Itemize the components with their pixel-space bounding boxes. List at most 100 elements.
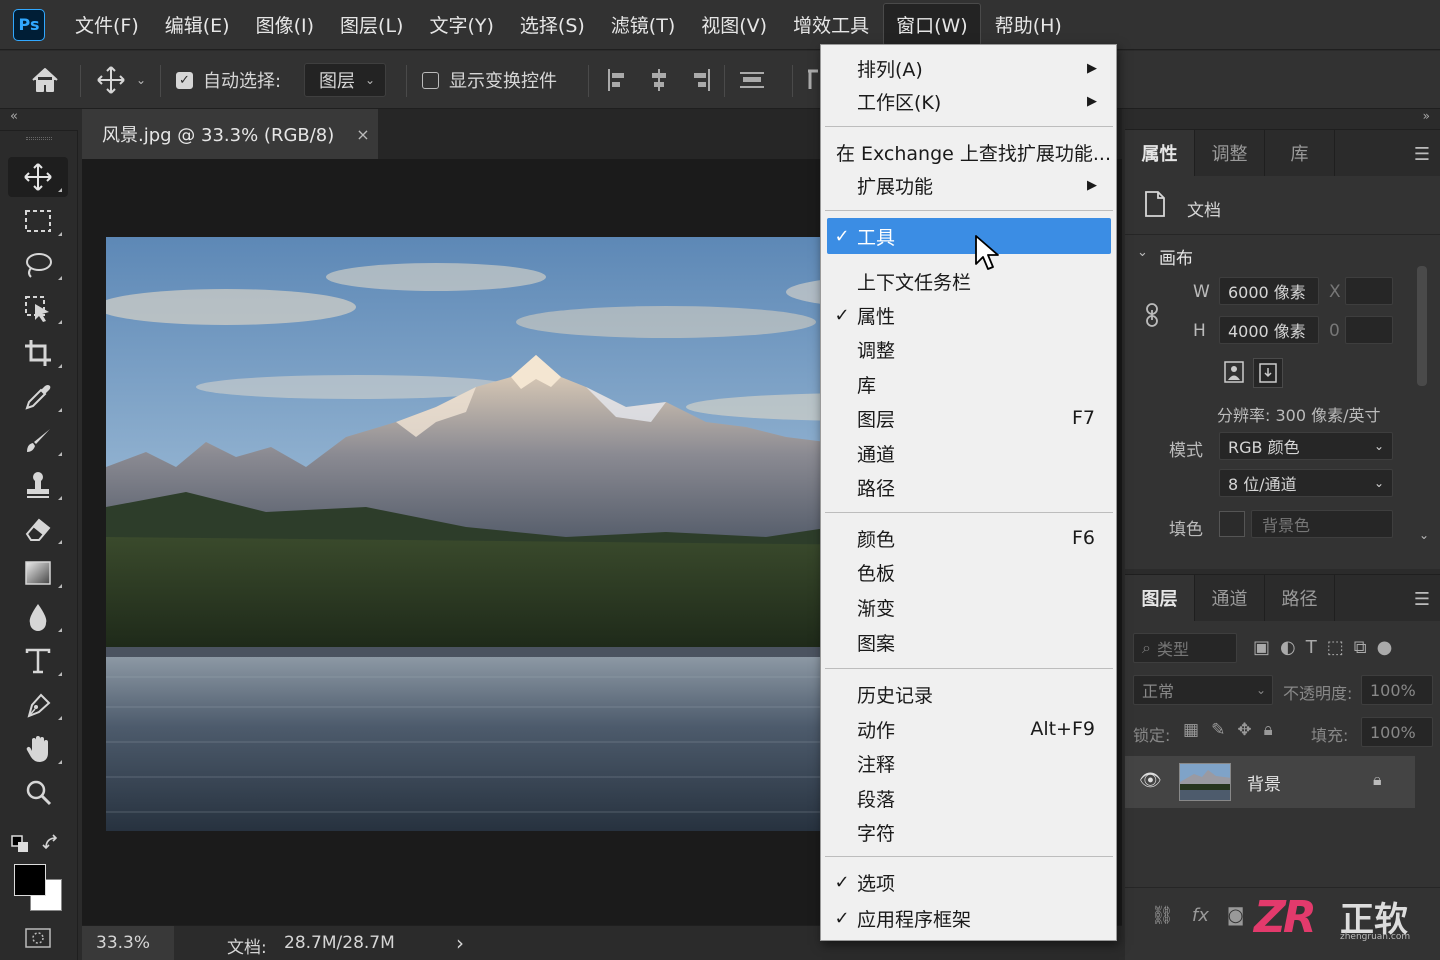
menu-window[interactable]: 窗口(W) [883, 3, 981, 46]
lock-transparent-icon[interactable]: ▦ [1183, 720, 1199, 740]
smart-object-filter-icon[interactable]: ⧉ [1354, 637, 1367, 658]
menu-edit[interactable]: 编辑(E) [153, 4, 242, 45]
marquee-tool-icon[interactable] [8, 201, 68, 241]
menu-item-extensions[interactable]: 扩展功能 ▶ [827, 168, 1111, 202]
menu-item-character[interactable]: 字符 [827, 815, 1111, 849]
menu-item-options[interactable]: ✓ 选项 [827, 865, 1111, 899]
lock-image-icon[interactable]: ✎ [1211, 720, 1225, 740]
panel-collapse-button[interactable]: » [1125, 109, 1440, 129]
object-selection-tool-icon[interactable] [8, 289, 68, 329]
menu-item-actions[interactable]: 动作 Alt+F9 [827, 712, 1111, 746]
menu-item-swatches[interactable]: 色板 [827, 555, 1111, 589]
scrollbar[interactable] [1417, 266, 1427, 386]
filter-toggle-icon[interactable]: ● [1377, 637, 1393, 658]
show-transform-checkbox[interactable] [422, 71, 439, 89]
image-filter-icon[interactable]: ▣ [1253, 637, 1270, 658]
menu-item-arrange[interactable]: 排列(A) ▶ [827, 51, 1111, 85]
quick-mask-icon[interactable] [24, 927, 52, 953]
chevron-down-icon[interactable]: ⌄ [1419, 528, 1429, 542]
hand-tool-icon[interactable] [8, 729, 68, 769]
tab-layers[interactable]: 图层 [1125, 575, 1195, 621]
menu-image[interactable]: 图像(I) [244, 4, 326, 45]
chevron-down-icon[interactable]: ⌄ [1137, 245, 1148, 260]
menu-item-patterns[interactable]: 图案 [827, 625, 1111, 659]
menu-item-adjustments[interactable]: 调整 [827, 332, 1111, 366]
color-mode-dropdown[interactable]: RGB 颜色 ⌄ [1219, 432, 1393, 460]
menu-item-channels[interactable]: 通道 [827, 436, 1111, 470]
tab-libraries[interactable]: 库 [1265, 130, 1335, 176]
brush-tool-icon[interactable] [8, 421, 68, 461]
tab-paths[interactable]: 路径 [1265, 575, 1335, 621]
menu-item-workspace[interactable]: 工作区(K) ▶ [827, 84, 1111, 118]
shape-filter-icon[interactable]: ⬚ [1327, 637, 1344, 658]
zoom-level-field[interactable]: 33.3% [82, 926, 174, 960]
eraser-tool-icon[interactable] [8, 509, 68, 549]
menu-item-history[interactable]: 历史记录 [827, 677, 1111, 711]
blur-tool-icon[interactable] [8, 597, 68, 637]
eyedropper-tool-icon[interactable] [8, 377, 68, 417]
menu-type[interactable]: 文字(Y) [417, 4, 505, 45]
x-field[interactable] [1345, 277, 1393, 305]
y-field[interactable] [1345, 316, 1393, 344]
crop-tool-icon[interactable] [8, 333, 68, 373]
menu-item-tools[interactable]: ✓ 工具 [827, 218, 1111, 254]
tab-channels[interactable]: 通道 [1195, 575, 1265, 621]
opacity-field[interactable]: 100% [1361, 675, 1433, 705]
foreground-color-swatch[interactable] [14, 864, 46, 896]
status-menu-arrow-icon[interactable]: › [456, 931, 464, 955]
adjustment-filter-icon[interactable]: ◐ [1280, 637, 1296, 658]
stamp-tool-icon[interactable] [8, 465, 68, 505]
menu-view[interactable]: 视图(V) [689, 4, 779, 45]
add-mask-icon[interactable]: ◙ [1227, 905, 1244, 926]
show-transform-option[interactable]: 显示变换控件 [422, 51, 557, 109]
link-layers-icon[interactable]: ⛓︎ [1151, 905, 1174, 926]
layer-filter-dropdown[interactable]: ⌕ 类型 [1133, 633, 1237, 663]
panel-menu-icon[interactable]: ☰ [1414, 144, 1430, 165]
auto-select-target-dropdown[interactable]: 图层 ⌄ [304, 63, 387, 97]
lock-position-icon[interactable]: ✥ [1237, 720, 1251, 740]
landscape-orientation-icon[interactable] [1253, 358, 1283, 388]
menu-item-paragraph[interactable]: 段落 [827, 781, 1111, 815]
blend-mode-dropdown[interactable]: 正常 ⌄ [1133, 675, 1273, 705]
align-center-icon[interactable] [647, 51, 671, 109]
layer-row[interactable]: 👁︎ 背景 🔒︎ [1125, 756, 1415, 808]
menu-item-gradients[interactable]: 渐变 [827, 590, 1111, 624]
document-tab[interactable]: 风景.jpg @ 33.3% (RGB/8) × [82, 109, 378, 159]
type-filter-icon[interactable]: T [1306, 637, 1317, 658]
bit-depth-dropdown[interactable]: 8 位/通道 ⌄ [1219, 469, 1393, 497]
fx-icon[interactable]: fx [1192, 905, 1209, 926]
distribute-icon[interactable] [806, 51, 820, 109]
menu-item-application-frame[interactable]: ✓ 应用程序框架 [827, 901, 1111, 935]
fill-opacity-field[interactable]: 100% [1361, 717, 1433, 747]
eye-icon[interactable]: 👁︎ [1139, 770, 1162, 791]
height-field[interactable]: 4000 像素 [1219, 316, 1319, 344]
menu-item-contextual-taskbar[interactable]: 上下文任务栏 [827, 264, 1111, 298]
link-icon[interactable] [1143, 302, 1161, 332]
close-icon[interactable]: × [356, 125, 369, 144]
pen-tool-icon[interactable] [8, 685, 68, 725]
width-field[interactable]: 6000 像素 [1219, 277, 1319, 305]
tab-properties[interactable]: 属性 [1125, 130, 1195, 176]
auto-select-checkbox[interactable]: ✓ [176, 71, 193, 89]
menu-item-properties[interactable]: ✓ 属性 [827, 298, 1111, 332]
menu-item-color[interactable]: 颜色 F6 [827, 521, 1111, 555]
menu-item-find-extensions[interactable]: 在 Exchange 上查找扩展功能... [827, 135, 1111, 169]
toolbar-collapse-button[interactable]: « [0, 109, 78, 131]
panel-menu-icon[interactable]: ☰ [1414, 589, 1430, 610]
move-tool-preset-icon[interactable]: ⌄ [96, 51, 146, 109]
menu-help[interactable]: 帮助(H) [983, 4, 1074, 45]
fill-color-swatch[interactable] [1219, 511, 1245, 537]
zoom-tool-icon[interactable] [8, 773, 68, 813]
menu-filter[interactable]: 滤镜(T) [599, 4, 687, 45]
align-left-icon[interactable] [606, 51, 630, 109]
menu-item-layers[interactable]: 图层 F7 [827, 401, 1111, 435]
menu-plugins[interactable]: 增效工具 [781, 4, 881, 45]
auto-select-option[interactable]: ✓ 自动选择: [176, 51, 281, 109]
gradient-tool-icon[interactable] [8, 553, 68, 593]
menu-item-notes[interactable]: 注释 [827, 746, 1111, 780]
menu-select[interactable]: 选择(S) [508, 4, 597, 45]
lock-all-icon[interactable]: 🔒︎ [1264, 720, 1273, 740]
align-right-icon[interactable] [688, 51, 712, 109]
lasso-tool-icon[interactable] [8, 245, 68, 285]
type-tool-icon[interactable] [8, 641, 68, 681]
